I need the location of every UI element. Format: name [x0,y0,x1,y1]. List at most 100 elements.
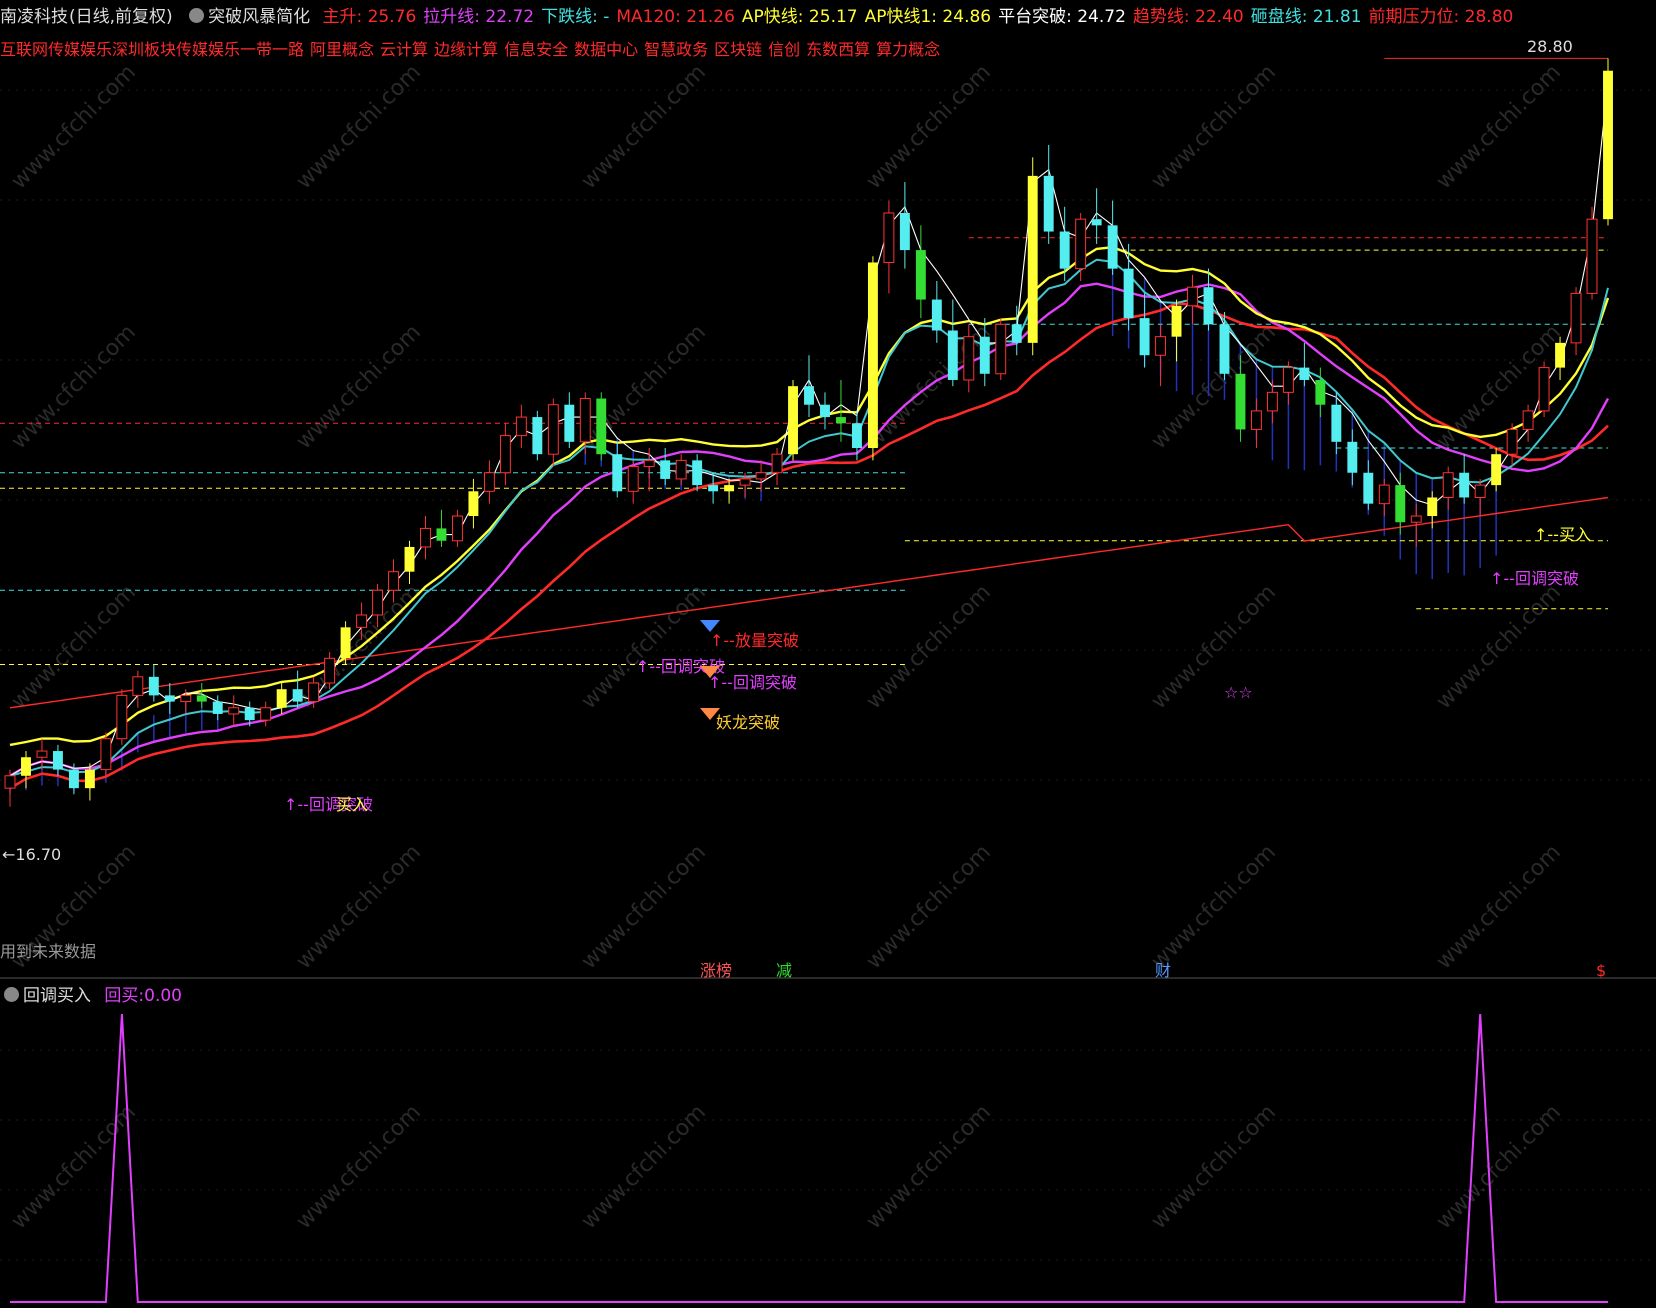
watermark-text: www.cfchi.com [1147,320,1281,454]
candle-body [1459,472,1470,498]
candle-body [68,769,79,789]
candle-body [1555,342,1566,368]
candle-body [1491,454,1502,486]
badge-label: 减 [776,961,792,980]
candle-body [451,515,463,542]
candle-body [627,466,639,492]
candle-body [1395,485,1406,523]
candle-body [1219,324,1230,374]
candle-body [1586,218,1598,294]
indicator-lines [0,57,1610,790]
candle-body [276,689,287,708]
watermark-text: www.cfchi.com [7,60,141,194]
watermark-text: www.cfchi.com [1432,580,1566,714]
candle-body [771,453,783,474]
watermark-text: www.cfchi.com [1147,60,1281,194]
watermark-text: www.cfchi.com [1432,840,1566,974]
candle-body [547,404,559,455]
signal-labels: 28.80 ←16.70 用到未来数据 ↑--放量突破 ↑--回调突破 ↑--回调突破妖龙… [0,37,1606,980]
candle-body [324,657,336,684]
candle-body [804,386,814,405]
future-data-note: 用到未来数据 [0,942,96,961]
candle-body [244,707,255,721]
candle-body [579,398,591,443]
candle-body [931,299,942,331]
candle-body [1027,175,1038,343]
candle-body [1091,219,1102,226]
candle-body [1442,472,1454,498]
candle-body [1075,218,1087,270]
candle-body [180,694,192,703]
price-low-label: ←16.70 [2,845,61,864]
watermark-text: www.cfchi.com [862,580,996,714]
candle-body [1538,367,1550,412]
candle-body [84,769,95,789]
candle-body [963,336,975,381]
candle-body [1011,324,1022,343]
candle-body [404,546,415,572]
candle-body [1171,305,1182,337]
candlestick-chart[interactable]: www.cfchi.com www.cfchi.com www.cfchi.com w… [0,0,1656,1308]
candle-body [692,460,703,486]
candle-body [899,212,910,251]
candle-body [1603,70,1613,220]
candle-body [468,491,479,517]
candle-body [356,614,368,628]
signal-label: ↑--回调突破 [708,673,797,692]
candle-body [372,589,383,616]
sub-indicator-plot [10,1013,1608,1303]
candle-body [436,528,447,541]
candle-body [1139,318,1150,356]
candle-body [1363,472,1374,504]
candle-body [1474,484,1486,498]
candle-body [1570,292,1582,344]
candle-body [499,435,511,474]
candle-body [708,485,719,492]
candle-body [1187,286,1198,307]
ma120-line [9,496,1609,709]
candle-body [483,472,495,492]
watermark-text: www.cfchi.com [1147,840,1281,974]
candle-body [36,750,48,758]
candle-body [915,250,926,300]
watermark-text: www.cfchi.com [577,60,711,194]
candle-body [1059,231,1070,269]
candle-body [947,330,958,380]
watermark-text: www.cfchi.com [577,840,711,974]
candle-body [292,689,303,702]
candle-body [1378,484,1390,505]
watermark-text: www.cfchi.com [292,60,426,194]
candle-body [100,738,112,771]
candle-body [1427,497,1438,517]
candle-body [420,527,431,548]
candle-body [1506,428,1518,455]
candle-body [1282,367,1294,393]
candle-body [1347,441,1358,473]
candle-body [643,459,655,468]
candle-body [52,751,63,770]
watermark-text: www.cfchi.com [1432,60,1566,194]
candle-body [132,676,144,696]
watermark-text: www.cfchi.com [292,320,426,454]
smash-line [9,258,1609,777]
signal-label: ↑--放量突破 [710,631,799,650]
candle-body [755,472,767,480]
watermark-text: www.cfchi.com [292,840,426,974]
candle-body [308,682,320,703]
candle-body [836,417,846,424]
candle-body [1410,515,1422,523]
candle-body [260,707,272,721]
star-icon: ☆☆ [1224,683,1253,702]
watermark-text: www.cfchi.com [7,320,141,454]
signal-label: 妖龙突破 [716,713,780,732]
candle-body [724,485,735,492]
watermark-text: www.cfchi.com [1147,580,1281,714]
candle-body [1266,391,1278,412]
candle-body [1155,336,1167,356]
candle-body [196,695,207,702]
candle-body [564,404,575,442]
candle-body [1043,175,1054,232]
signal-label: 买入 [336,795,368,814]
watermark-text: www.cfchi.com [862,60,996,194]
watermark-text: www.cfchi.com [577,1100,711,1234]
